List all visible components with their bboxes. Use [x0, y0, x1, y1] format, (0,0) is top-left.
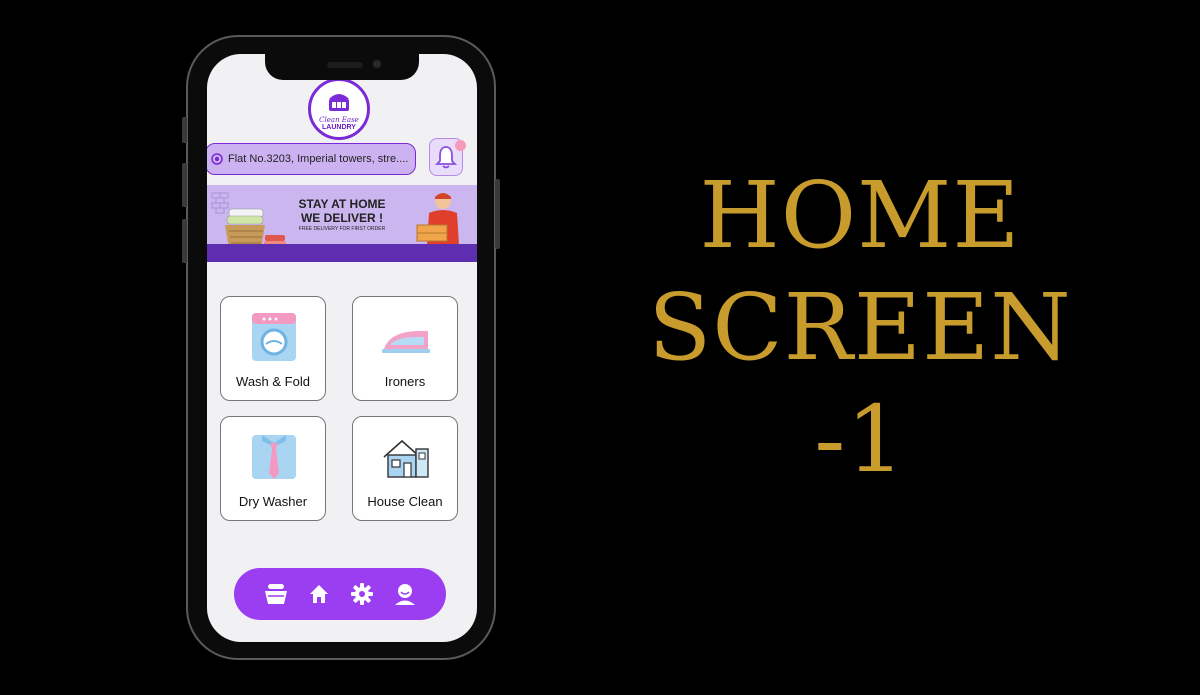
phone-volume-up — [182, 163, 187, 207]
service-card-house-clean[interactable]: House Clean — [352, 416, 458, 521]
service-card-wash-fold[interactable]: Wash & Fold — [220, 296, 326, 401]
service-label: House Clean — [367, 494, 443, 509]
headline-line2: SCREEN — [648, 274, 1072, 381]
service-label: Dry Washer — [238, 494, 308, 509]
nav-item-home[interactable] — [307, 582, 331, 606]
headline-line3: -1 — [814, 386, 906, 493]
phone-volume-down — [182, 219, 187, 263]
banner-title-line2: WE DELIVER ! — [300, 211, 383, 225]
front-camera — [373, 60, 381, 68]
service-label: Ironers — [384, 374, 426, 389]
profile-icon — [394, 584, 415, 605]
logo-text-laundry: LAUNDRY — [322, 124, 356, 131]
house-icon — [383, 439, 429, 478]
logo-text-brand: Clean Ease — [319, 116, 359, 124]
service-label: Wash & Fold — [236, 374, 310, 389]
phone-power-button — [495, 179, 500, 249]
app-logo: Clean Ease LAUNDRY — [308, 78, 370, 140]
nav-item-settings[interactable] — [350, 582, 374, 606]
location-pin-icon — [211, 153, 223, 165]
promo-banner[interactable]: STAY AT HOME WE DELIVER ! FREE DELIVERY … — [207, 185, 477, 262]
phone-frame: Clean Ease LAUNDRY Flat No.3203, Imperia… — [182, 35, 500, 660]
headline-line1: HOME — [699, 162, 1021, 269]
laundry-basket-icon — [264, 584, 287, 604]
phone-notch — [265, 54, 419, 80]
bell-icon — [435, 146, 457, 169]
headline: HOME SCREEN -1 — [600, 160, 1120, 496]
banner-strip — [207, 244, 477, 262]
service-card-ironers[interactable]: Ironers — [352, 296, 458, 401]
gear-icon — [350, 583, 373, 605]
laundry-logo-icon — [329, 94, 349, 111]
washing-machine-icon — [252, 313, 296, 361]
shirt-tie-icon — [252, 435, 296, 479]
banner-title-line1: STAY AT HOME — [298, 197, 386, 211]
banner-subtitle: FREE DELIVERY FOR FIRST ORDER — [298, 226, 386, 232]
bottom-nav — [234, 568, 446, 620]
notification-badge — [455, 140, 466, 151]
nav-item-profile[interactable] — [393, 582, 417, 606]
location-bar[interactable]: Flat No.3203, Imperial towers, stre.... — [207, 143, 416, 175]
iron-icon — [382, 331, 430, 353]
address-text: Flat No.3203, Imperial towers, stre.... — [228, 153, 409, 165]
speaker — [327, 62, 363, 68]
nav-item-basket[interactable] — [264, 582, 288, 606]
service-card-dry-washer[interactable]: Dry Washer — [220, 416, 326, 521]
phone-silent-switch — [182, 117, 187, 143]
home-icon — [309, 585, 328, 603]
app-screen: Clean Ease LAUNDRY Flat No.3203, Imperia… — [207, 54, 477, 642]
